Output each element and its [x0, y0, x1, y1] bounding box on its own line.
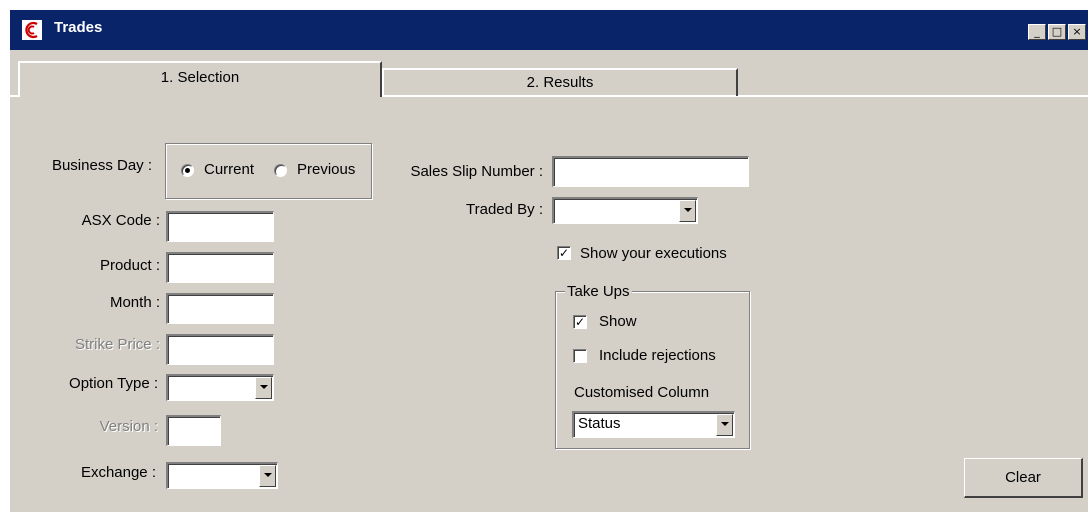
option-type-select[interactable] — [166, 374, 274, 401]
version-label: Version : — [99, 418, 158, 435]
show-executions-checkbox[interactable]: ✓ — [557, 246, 571, 260]
business-day-label: Business Day : — [51, 157, 152, 174]
chevron-down-icon[interactable] — [679, 200, 696, 222]
exchange-label: Exchange : — [80, 464, 156, 481]
chevron-down-icon[interactable] — [255, 377, 272, 399]
sales-slip-number-input[interactable] — [552, 156, 749, 187]
strike-price-label: Strike Price : — [74, 336, 160, 353]
traded-by-label: Traded By : — [466, 201, 543, 218]
customised-column-value: Status — [578, 415, 621, 432]
maximize-icon[interactable]: □ — [1048, 24, 1066, 40]
show-executions-label[interactable]: Show your executions — [580, 245, 727, 262]
chevron-down-icon[interactable] — [716, 414, 733, 436]
tab-selection-label: 1. Selection — [160, 69, 240, 86]
radio-current-label: Current — [204, 161, 255, 178]
product-input[interactable] — [166, 252, 274, 283]
customised-column-label: Customised Column — [574, 384, 710, 401]
traded-by-select[interactable] — [552, 197, 698, 224]
exchange-select[interactable] — [166, 462, 278, 489]
version-input[interactable] — [166, 415, 221, 446]
window-title: Trades — [54, 19, 103, 36]
title-bar: Trades _ □ × — [10, 10, 1088, 50]
sales-slip-number-label: Sales Slip Number : — [410, 163, 543, 180]
asx-code-input[interactable] — [166, 211, 274, 242]
month-input[interactable] — [166, 293, 274, 324]
month-label: Month : — [109, 294, 160, 311]
radio-previous-label: Previous — [297, 161, 356, 178]
take-ups-show-checkbox[interactable]: ✓ — [573, 315, 587, 329]
radio-previous[interactable] — [274, 164, 287, 177]
include-rejections-label[interactable]: Include rejections — [599, 347, 716, 364]
asx-logo-icon — [22, 20, 42, 40]
tab-results-label: 2. Results — [526, 74, 594, 91]
strike-price-input[interactable] — [166, 334, 274, 365]
take-ups-title: Take Ups — [565, 283, 632, 300]
tab-results[interactable]: 2. Results — [382, 68, 738, 96]
customised-column-select[interactable]: Status — [572, 411, 735, 438]
clear-button[interactable]: Clear — [964, 458, 1083, 498]
minimize-icon[interactable]: _ — [1028, 24, 1046, 40]
product-label: Product : — [99, 257, 160, 274]
radio-current[interactable] — [181, 164, 194, 177]
include-rejections-checkbox[interactable] — [573, 349, 587, 363]
option-type-label: Option Type : — [69, 375, 158, 392]
asx-code-label: ASX Code : — [81, 212, 160, 229]
tab-selection[interactable]: 1. Selection — [18, 61, 382, 97]
chevron-down-icon[interactable] — [259, 465, 276, 487]
close-icon[interactable]: × — [1068, 24, 1086, 40]
take-ups-show-label[interactable]: Show — [599, 313, 637, 330]
clear-button-label: Clear — [1005, 469, 1041, 486]
